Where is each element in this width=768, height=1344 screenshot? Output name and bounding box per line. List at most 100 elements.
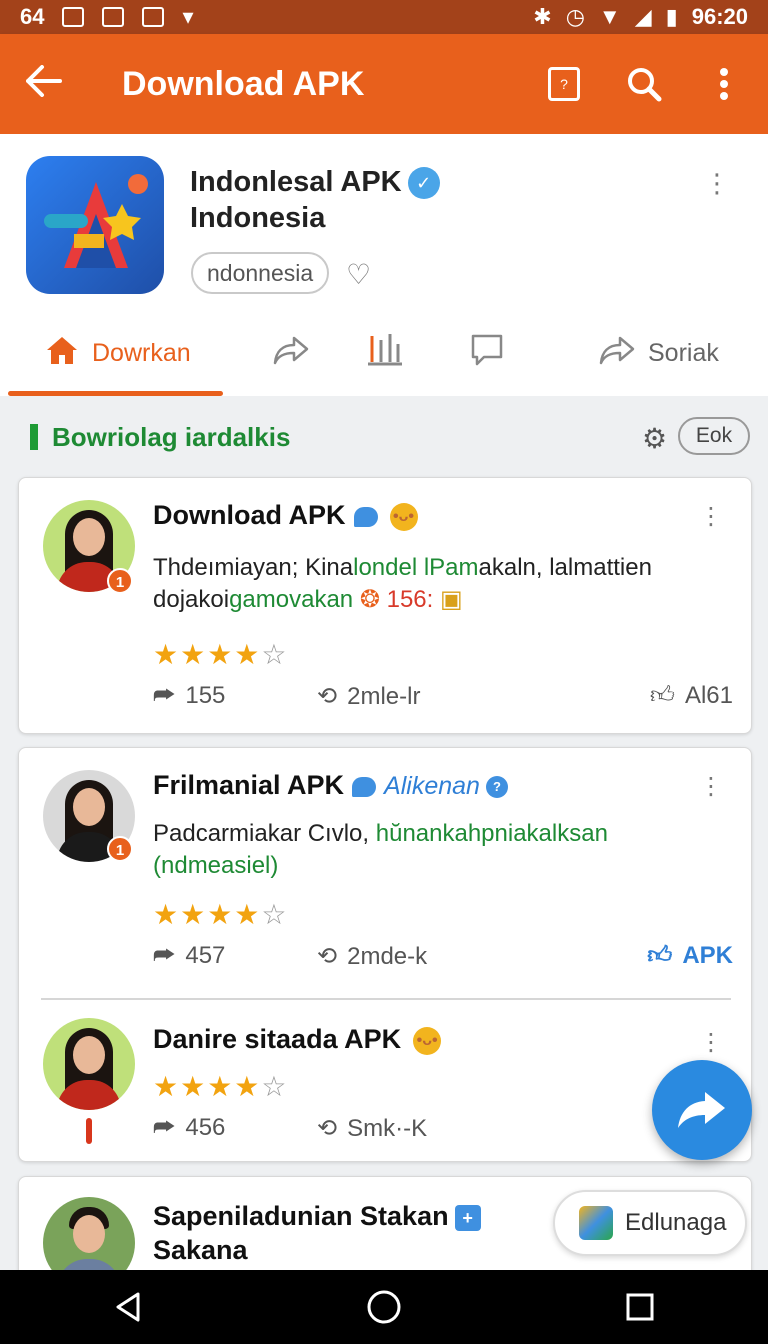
section-title: Bowriolag iardalkis — [52, 422, 291, 452]
emoji-icon: •ᴗ• — [413, 1026, 442, 1055]
repost-count[interactable]: ⟲ 2mle-lr — [317, 682, 420, 711]
striped-icon — [142, 7, 165, 27]
more-vert-icon[interactable]: ⋮ — [704, 168, 730, 199]
post-author-name: Download APK — [153, 500, 346, 530]
home-icon — [44, 334, 80, 373]
thumbs-up-icon: 👍︎ — [649, 682, 675, 709]
comment-icon — [470, 333, 504, 374]
tab-share[interactable] — [272, 334, 310, 373]
thumbs-up-icon: 👍︎ — [647, 942, 673, 969]
post-handle[interactable]: Alikenan — [384, 772, 480, 800]
rating-stars: ★★★★☆ — [153, 899, 289, 930]
back-arrow-icon[interactable] — [26, 62, 96, 107]
verified-icon: ? — [485, 775, 508, 798]
share-icon — [598, 334, 636, 373]
app-name: Indonlesal APK ✓ Indonesia — [190, 164, 440, 236]
active-tab-indicator — [8, 391, 223, 396]
tab-label: Dowrkan — [92, 338, 191, 367]
share-count[interactable]: ⮫ 457 — [153, 942, 225, 970]
post-meta: ⮫ 456 ⟲ Smk·-K — [153, 1114, 733, 1150]
verified-icon: ✓ — [407, 167, 440, 200]
post-card[interactable]: 1 Frilmanial APK Alikenan? ⋮ Padcarmiakar… — [18, 747, 752, 1162]
post-author-name: Frilmanial APK — [153, 770, 345, 800]
section-header: Bowriolag iardalkis ⚙ Eok — [0, 410, 768, 462]
chat-bubble-icon — [352, 776, 377, 797]
repost-count[interactable]: ⟲ Smk·-K — [317, 1114, 427, 1143]
post-card[interactable]: 1 Download APK •ᴗ• ⋮ Thdeımiayan; Kinalon… — [18, 477, 752, 734]
tab-stats[interactable] — [368, 332, 402, 375]
battery-icon: ▮ — [665, 4, 678, 29]
tab-label: Soriak — [648, 338, 719, 367]
rating-stars: ★★★★☆ — [153, 1071, 289, 1102]
badge-square-icon[interactable]: ? — [546, 66, 582, 102]
recents-nav-icon[interactable] — [620, 1287, 660, 1327]
status-time: 96:20 — [691, 4, 748, 29]
heart-icon[interactable]: ♡ — [346, 258, 371, 291]
status-bar: 64 ▾ ✱ ◷ ▼ ◢ ▮ 96:20 — [0, 0, 768, 34]
post-author-name: Danire sitaada APK — [153, 1024, 402, 1054]
share-icon: ⮫ — [153, 1114, 176, 1141]
app-header: Indonlesal APK ✓ Indonesia ndonnesia ♡ ⋮ … — [0, 134, 768, 396]
chip-label: Edlunaga — [625, 1209, 727, 1236]
app-logo — [26, 156, 164, 294]
language-chip-button[interactable]: Edlunaga — [553, 1190, 747, 1256]
app-name-line2: Indonesia — [190, 202, 326, 234]
puzzle-icon — [579, 1206, 613, 1240]
post-text: Thdeımiayan; Kinalondel lPamakaln, lalma… — [153, 554, 652, 613]
like-count[interactable]: 👍︎ APK — [647, 942, 733, 970]
status-left-text: 64 — [20, 4, 45, 29]
signal-icon: ◢ — [634, 4, 652, 29]
country-chip[interactable]: ndonnesia — [191, 252, 330, 294]
system-nav-bar — [0, 1270, 768, 1344]
section-accent-bar — [30, 424, 38, 450]
bee-icon: ❂ — [359, 586, 380, 613]
avatar[interactable] — [43, 1018, 135, 1110]
emoji-icon: •ᴗ• — [389, 502, 418, 531]
share-count[interactable]: ⮫ 155 — [153, 682, 225, 710]
home-nav-icon[interactable] — [364, 1287, 404, 1327]
post-author: Sapeniladunian Stakan + Sakana — [153, 1199, 481, 1267]
gear-icon[interactable]: ⚙ — [642, 422, 667, 455]
notification-icon: ▾ — [182, 4, 194, 29]
lock-icon — [102, 7, 125, 27]
repost-count[interactable]: ⟲ 2mde-k — [317, 942, 427, 971]
plus-badge-icon: + — [454, 1204, 481, 1231]
repost-icon: ⟲ — [317, 683, 338, 710]
post-author-name-line2: Sakana — [153, 1235, 248, 1265]
post-meta: ⮫ 457 ⟲ 2mde-k 👍︎ APK — [153, 942, 733, 978]
bars-icon — [368, 332, 402, 375]
repost-icon: ⟲ — [317, 1115, 338, 1142]
share-icon: ⮫ — [153, 942, 176, 969]
more-vert-icon[interactable] — [706, 66, 742, 102]
app-bar: Download APK ? — [0, 34, 768, 134]
post-author: Danire sitaada APK •ᴗ• — [153, 1024, 442, 1055]
like-count[interactable]: 👍︎ Al61 — [650, 682, 733, 710]
rating-stars: ★★★★☆ — [153, 639, 289, 670]
more-vert-icon[interactable]: ⋮ — [699, 1028, 723, 1057]
search-icon[interactable] — [626, 66, 662, 102]
status-indicator — [86, 1118, 92, 1144]
tab-social[interactable]: Soriak — [598, 334, 719, 373]
share-count[interactable]: ⮫ 456 — [153, 1114, 225, 1142]
share-arrow-icon — [678, 1092, 725, 1128]
wifi-icon: ▼ — [598, 4, 621, 29]
post-author: Download APK •ᴗ• — [153, 500, 418, 531]
post-author-name: Sapeniladunian Stakan — [153, 1201, 449, 1231]
repost-icon: ⟲ — [317, 943, 338, 970]
share-icon — [272, 334, 310, 373]
tab-comments[interactable] — [470, 333, 504, 374]
back-nav-icon[interactable] — [108, 1287, 148, 1327]
more-vert-icon[interactable]: ⋮ — [699, 772, 723, 801]
tab-bar: Dowrkan Soriak — [0, 310, 768, 396]
app-name-line1: Indonlesal APK — [190, 166, 402, 198]
more-vert-icon[interactable]: ⋮ — [699, 502, 723, 531]
tab-download[interactable]: Dowrkan — [44, 334, 191, 373]
gift-icon: ▣ — [439, 586, 463, 613]
divider — [41, 998, 731, 1000]
alarm-icon: ◷ — [565, 4, 585, 29]
sort-chip[interactable]: Eok — [678, 417, 750, 455]
notification-badge: 1 — [107, 568, 133, 594]
post-meta: ⮫ 155 ⟲ 2mle-lr 👍︎ Al61 — [153, 682, 733, 718]
share-fab-button[interactable] — [652, 1060, 752, 1160]
share-icon: ⮫ — [153, 682, 176, 709]
